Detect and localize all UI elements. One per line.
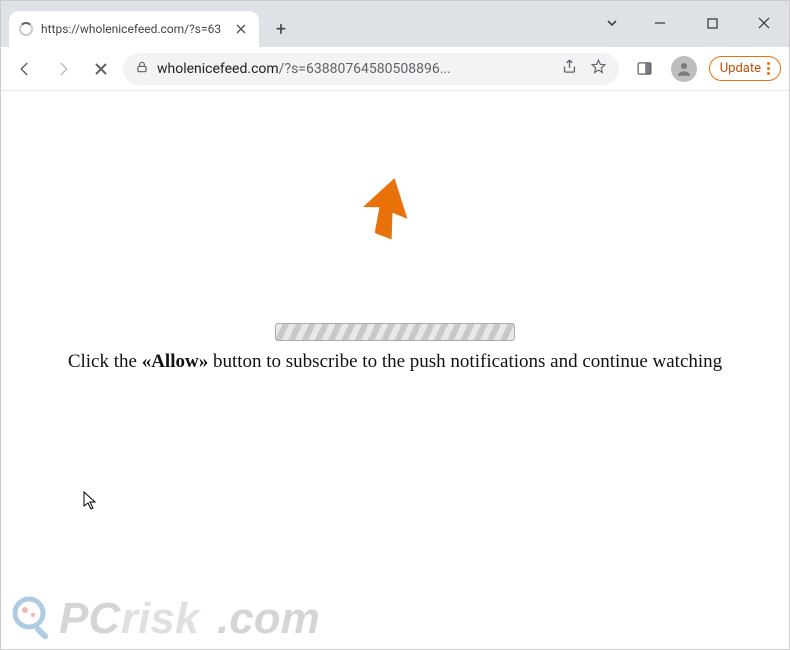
watermark-text: PC risk .com <box>59 591 389 645</box>
window-controls <box>643 9 781 37</box>
share-icon[interactable] <box>561 58 578 79</box>
tab-title: https://wholenicefeed.com/?s=63 <box>41 22 225 36</box>
msg-suffix: button to subscribe to the push notifica… <box>208 351 722 372</box>
close-window-button[interactable] <box>747 9 781 37</box>
stop-reload-button[interactable] <box>85 53 117 85</box>
svg-text:.com: .com <box>217 594 320 643</box>
toolbar: wholenicefeed.com/?s=63880764580508896..… <box>1 47 789 91</box>
url-text: wholenicefeed.com/?s=63880764580508896..… <box>157 61 553 77</box>
allow-message: Click the «Allow» button to subscribe to… <box>1 351 789 373</box>
svg-text:PC: PC <box>59 594 121 643</box>
menu-dots-icon <box>767 62 770 75</box>
magnifier-icon <box>11 595 57 641</box>
side-panel-icon[interactable] <box>631 55 659 83</box>
bookmark-star-icon[interactable] <box>590 58 607 79</box>
forward-button[interactable] <box>47 53 79 85</box>
profile-avatar[interactable] <box>671 56 697 82</box>
pointer-arrow-annotation <box>351 175 421 249</box>
browser-window: https://wholenicefeed.com/?s=63 + <box>0 0 790 650</box>
fake-progress-bar <box>275 323 515 341</box>
address-bar[interactable]: wholenicefeed.com/?s=63880764580508896..… <box>123 53 619 85</box>
tab-search-button[interactable] <box>605 15 619 34</box>
update-button-label: Update <box>720 61 761 76</box>
back-button[interactable] <box>9 53 41 85</box>
active-tab[interactable]: https://wholenicefeed.com/?s=63 <box>9 11 259 47</box>
new-tab-button[interactable]: + <box>267 15 295 43</box>
titlebar: https://wholenicefeed.com/?s=63 + <box>1 1 789 47</box>
maximize-button[interactable] <box>695 9 729 37</box>
msg-prefix: Click the <box>68 351 142 372</box>
update-button[interactable]: Update <box>709 56 781 81</box>
msg-allow-word: «Allow» <box>142 351 209 372</box>
mouse-cursor-icon <box>83 491 99 515</box>
page-content: Click the «Allow» button to subscribe to… <box>1 91 789 649</box>
svg-text:risk: risk <box>121 594 202 643</box>
tab-close-button[interactable] <box>233 21 249 37</box>
url-domain: wholenicefeed.com <box>157 61 279 77</box>
loading-spinner-icon <box>19 22 33 36</box>
lock-icon <box>135 60 149 78</box>
watermark-logo: PC risk .com <box>11 591 389 645</box>
minimize-button[interactable] <box>643 9 677 37</box>
toolbar-right: Update <box>631 55 781 83</box>
url-path: /?s=63880764580508896... <box>279 61 451 77</box>
omnibox-actions <box>561 58 607 79</box>
